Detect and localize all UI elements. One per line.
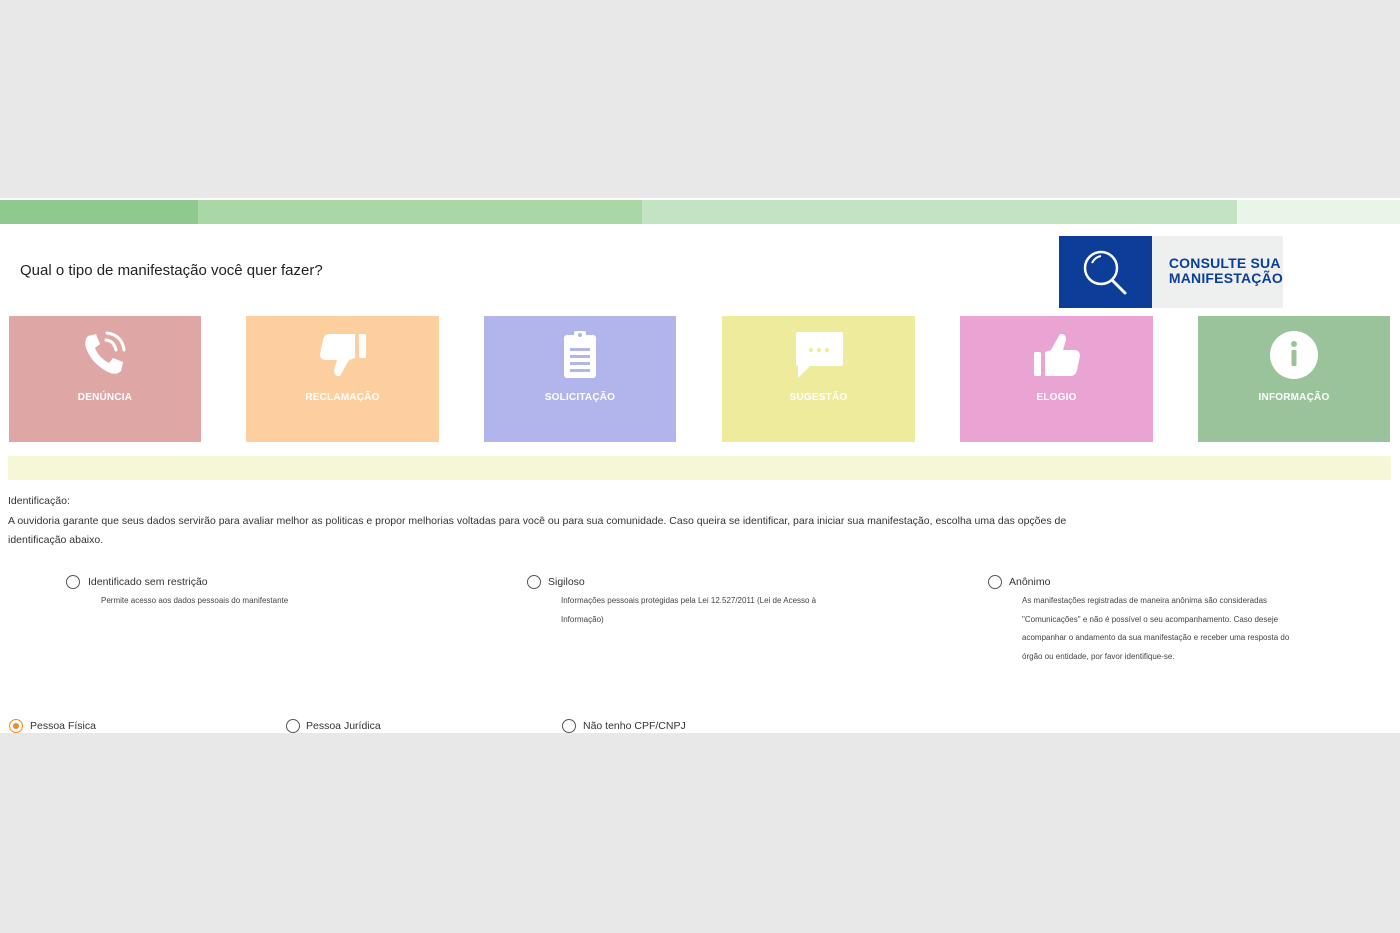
progress-segment-1 xyxy=(0,200,198,224)
option-desc-confidential: Informações pessoais protegidas pela Lei… xyxy=(561,596,817,624)
option-desc-identified: Permite acesso aos dados pessoais do man… xyxy=(101,596,289,605)
card-sugestao[interactable]: SUGESTÃO xyxy=(722,316,915,442)
notice-bar xyxy=(8,456,1391,480)
card-reclamacao[interactable]: RECLAMAÇÃO xyxy=(246,316,439,442)
manifestation-panel: Qual o tipo de manifestação você quer fa… xyxy=(0,198,1400,733)
progress-segment-2 xyxy=(198,200,642,224)
card-label: RECLAMAÇÃO xyxy=(305,392,380,403)
option-label-sem-cpf-cnpj: Não tenho CPF/CNPJ xyxy=(583,720,686,732)
phone-icon xyxy=(80,330,130,380)
identification-text: A ouvidoria garante que seus dados servi… xyxy=(8,515,1067,546)
radio-anonymous[interactable] xyxy=(988,575,1002,589)
option-label-confidential: Sigiloso xyxy=(548,576,585,588)
card-label: DENÚNCIA xyxy=(77,392,133,403)
card-label: INFORMAÇÃO xyxy=(1258,392,1330,403)
consult-manifestation-button[interactable]: CONSULTE SUA MANIFESTAÇÃO xyxy=(1059,236,1283,308)
radio-pessoa-juridica[interactable] xyxy=(286,719,300,733)
option-label-anonymous: Anônimo xyxy=(1009,576,1051,588)
option-desc-anonymous: As manifestações registradas de maneira … xyxy=(1022,596,1290,661)
identification-title: Identificação: xyxy=(8,495,70,507)
card-elogio[interactable]: ELOGIO xyxy=(960,316,1153,442)
card-label: ELOGIO xyxy=(1036,392,1077,403)
option-label-identified: Identificado sem restrição xyxy=(88,576,208,588)
radio-sem-cpf-cnpj[interactable] xyxy=(562,719,576,733)
radio-pessoa-fisica[interactable] xyxy=(9,719,23,733)
card-informacao[interactable]: INFORMAÇÃO xyxy=(1198,316,1390,442)
radio-identified[interactable] xyxy=(66,575,80,589)
consult-label-line2: MANIFESTAÇÃO xyxy=(1168,270,1283,286)
card-solicitacao[interactable]: SOLICITAÇÃO xyxy=(484,316,676,442)
option-label-pessoa-fisica: Pessoa Física xyxy=(30,720,96,732)
consult-label-line1: CONSULTE SUA xyxy=(1168,255,1281,271)
option-label-pessoa-juridica: Pessoa Jurídica xyxy=(306,720,381,732)
thumbs-up-icon xyxy=(1032,330,1082,380)
radio-confidential[interactable] xyxy=(527,575,541,589)
card-label: SUGESTÃO xyxy=(789,392,848,403)
card-label: SOLICITAÇÃO xyxy=(544,392,616,403)
page-question: Qual o tipo de manifestação você quer fa… xyxy=(20,262,323,279)
manifestation-type-cards: DENÚNCIA RECLAMAÇÃO SOLICITAÇÃO SUGESTÃO… xyxy=(0,316,1400,442)
clipboard-icon xyxy=(555,330,605,380)
card-denuncia[interactable]: DENÚNCIA xyxy=(9,316,201,442)
progress-segment-3 xyxy=(642,200,1237,224)
progress-segment-4 xyxy=(1237,200,1400,224)
chat-bubble-icon xyxy=(794,330,844,380)
search-icon xyxy=(1059,236,1152,308)
consult-label: CONSULTE SUA MANIFESTAÇÃO xyxy=(1151,236,1283,308)
progress-bar xyxy=(0,200,1400,224)
thumbs-down-icon xyxy=(318,330,368,380)
info-icon xyxy=(1269,330,1319,380)
